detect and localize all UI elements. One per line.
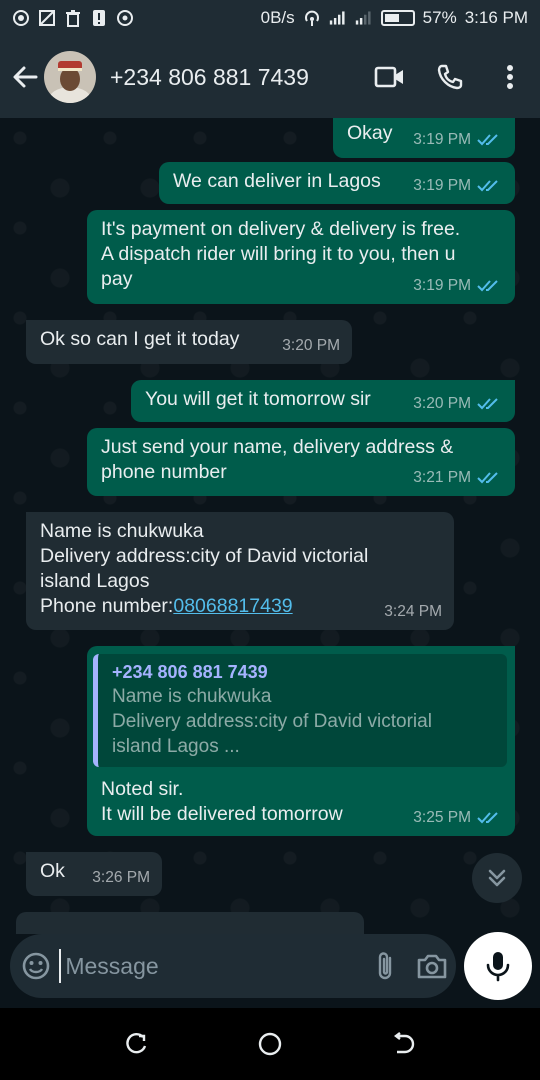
video-call-icon xyxy=(374,66,403,88)
emoji-icon xyxy=(22,952,49,980)
message-bubble[interactable]: You will get it tomorrow sir 3:20 PM xyxy=(131,380,515,422)
attach-icon xyxy=(378,952,392,980)
battery-icon xyxy=(380,10,415,26)
message-time: 3:25 PM xyxy=(413,809,471,826)
back-arrow-icon xyxy=(13,66,38,88)
mic-icon xyxy=(486,952,510,982)
message-bubble-partial[interactable] xyxy=(16,912,364,934)
video-call-button[interactable] xyxy=(360,47,420,107)
attach-button[interactable] xyxy=(361,938,408,994)
back-nav-button[interactable] xyxy=(378,1019,428,1069)
more-options-button[interactable] xyxy=(480,47,540,107)
screenshot-icon xyxy=(38,9,56,27)
message-time: 3:19 PM xyxy=(413,277,471,294)
whatsapp-notification-icon xyxy=(12,9,30,27)
chat-area[interactable]: Okay 3:19 PM We can deliver in Lagos 3:1… xyxy=(0,118,540,934)
message-time: 3:19 PM xyxy=(413,131,471,148)
signal-icon xyxy=(329,9,347,27)
status-right: 0B/s 57% 3:16 PM xyxy=(261,8,528,28)
read-ticks-icon xyxy=(477,397,498,409)
quote-author: +234 806 881 7439 xyxy=(112,662,268,682)
recents-button[interactable] xyxy=(112,1019,162,1069)
status-bar: 0B/s 57% 3:16 PM xyxy=(0,0,540,36)
message-bubble[interactable]: Just send your name, delivery address & … xyxy=(87,428,515,496)
chat-header: +234 806 881 7439 xyxy=(0,36,540,118)
alert-icon xyxy=(90,9,108,27)
voice-call-button[interactable] xyxy=(420,47,480,107)
composer xyxy=(0,932,540,1008)
read-ticks-icon xyxy=(477,471,498,483)
contact-name[interactable]: +234 806 881 7439 xyxy=(110,64,360,91)
more-options-icon xyxy=(507,65,513,89)
signal-2-icon xyxy=(355,9,373,27)
message-time: 3:19 PM xyxy=(413,177,471,194)
message-bubble[interactable]: It's payment on delivery & delivery is f… xyxy=(87,210,515,304)
message-time: 3:20 PM xyxy=(413,395,471,412)
camera-button[interactable] xyxy=(409,938,456,994)
circle-icon xyxy=(116,9,134,27)
message-bubble[interactable]: +234 806 881 7439 Name is chukwuka Deliv… xyxy=(87,646,515,836)
quote-text: Name is chukwuka Delivery address:city o… xyxy=(112,686,432,757)
camera-icon xyxy=(418,954,447,979)
status-left-icons xyxy=(12,9,134,27)
phone-number-link[interactable]: 08068817439 xyxy=(173,595,292,617)
message-bubble[interactable]: We can deliver in Lagos 3:19 PM xyxy=(159,162,515,204)
message-time: 3:26 PM xyxy=(92,869,150,886)
double-chevron-down-icon xyxy=(488,869,506,887)
voice-message-button[interactable] xyxy=(464,932,532,1000)
message-time: 3:20 PM xyxy=(282,337,340,354)
message-bubble[interactable]: Okay 3:19 PM xyxy=(333,118,515,158)
message-time: 3:24 PM xyxy=(384,603,442,620)
phone-call-icon xyxy=(437,64,463,90)
read-ticks-icon xyxy=(477,811,498,823)
system-nav-bar xyxy=(0,1008,540,1080)
hotspot-icon xyxy=(303,9,321,27)
message-text: Name is chukwuka Delivery address:city o… xyxy=(40,519,440,619)
network-speed: 0B/s xyxy=(260,8,295,27)
quoted-message[interactable]: +234 806 881 7439 Name is chukwuka Deliv… xyxy=(93,654,507,767)
trash-icon xyxy=(64,9,82,27)
battery-percent: 57% xyxy=(422,8,457,27)
message-bubble[interactable]: Name is chukwuka Delivery address:city o… xyxy=(26,512,454,630)
battery-fill xyxy=(384,14,400,22)
message-input[interactable] xyxy=(59,949,362,983)
read-ticks-icon xyxy=(477,133,498,145)
status-time: 3:16 PM xyxy=(464,8,528,27)
message-bubble[interactable]: Ok so can I get it today 3:20 PM xyxy=(26,320,352,364)
emoji-button[interactable] xyxy=(12,938,59,994)
message-input-box[interactable] xyxy=(10,934,456,998)
read-ticks-icon xyxy=(477,279,498,291)
home-icon xyxy=(258,1032,282,1056)
recents-icon xyxy=(125,1032,146,1054)
scroll-to-bottom-button[interactable] xyxy=(472,853,522,903)
read-ticks-icon xyxy=(477,179,498,191)
home-button[interactable] xyxy=(245,1019,295,1069)
avatar[interactable] xyxy=(44,51,96,103)
back-nav-icon xyxy=(394,1032,415,1054)
back-button[interactable] xyxy=(0,52,50,102)
message-bubble[interactable]: Ok 3:26 PM xyxy=(26,852,162,896)
message-time: 3:21 PM xyxy=(413,469,471,486)
